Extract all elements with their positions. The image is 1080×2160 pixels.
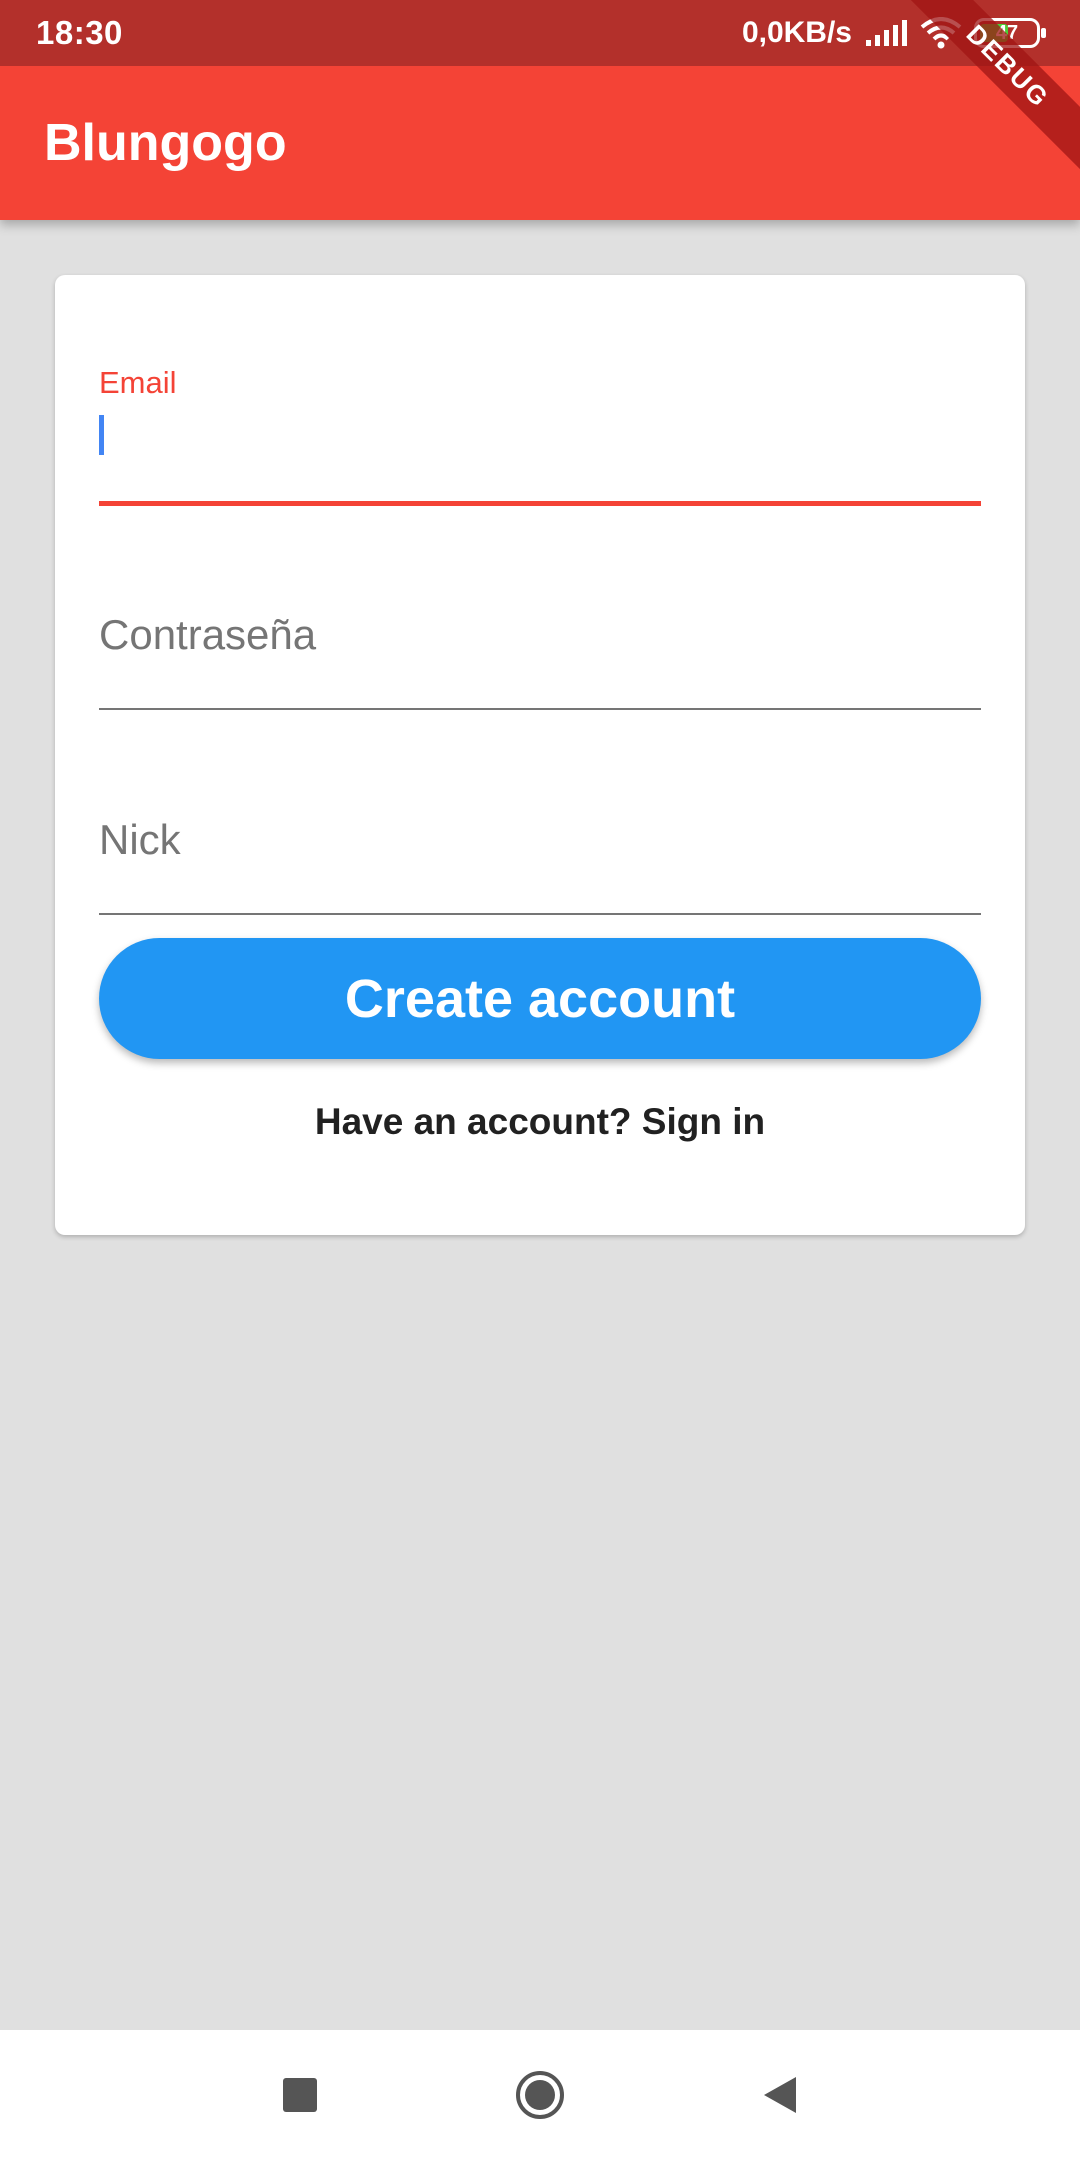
network-speed: 0,0KB/s (741, 16, 852, 49)
debug-banner: DEBUG (900, 0, 1080, 180)
recents-square-icon[interactable] (270, 2065, 330, 2125)
debug-banner-label: DEBUG (900, 0, 1080, 180)
back-triangle-icon[interactable] (750, 2065, 810, 2125)
create-account-button[interactable]: Create account (99, 938, 981, 1059)
password-field[interactable]: Contraseña (99, 585, 981, 710)
nick-underline (99, 913, 981, 915)
signin-link[interactable]: Have an account? Sign in (55, 1101, 1025, 1143)
nick-field[interactable]: Nick (99, 790, 981, 915)
email-label: Email (99, 365, 177, 400)
password-underline (99, 708, 981, 710)
email-field[interactable]: Email (99, 365, 981, 506)
email-underline (99, 501, 981, 506)
nick-input[interactable] (99, 810, 981, 880)
home-circle-icon[interactable] (510, 2065, 570, 2125)
app-title: Blungogo (44, 114, 287, 172)
status-time: 18:30 (36, 14, 123, 51)
password-input[interactable] (99, 605, 981, 675)
system-nav-bar (0, 2030, 1080, 2160)
signup-card: Email Contraseña Nick Create account Hav… (55, 275, 1025, 1235)
email-input[interactable] (99, 405, 981, 465)
